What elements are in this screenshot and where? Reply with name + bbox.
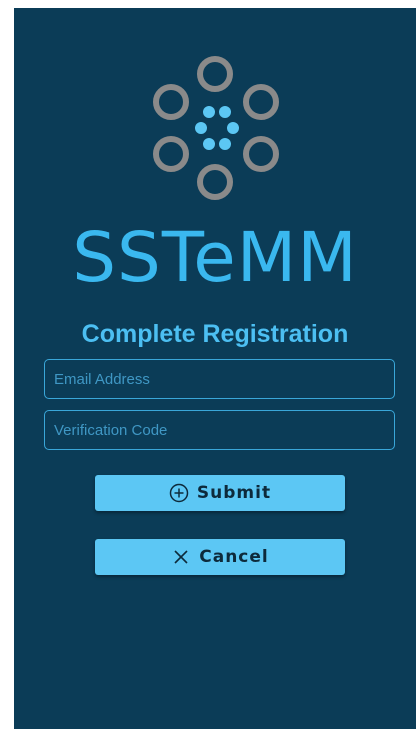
email-field[interactable] xyxy=(44,359,395,399)
registration-screen: SSTeMM Complete Registration Submit Canc… xyxy=(14,8,416,729)
logo-ring xyxy=(243,84,279,120)
logo-dot xyxy=(219,138,231,150)
cancel-label: Cancel xyxy=(199,547,269,567)
logo-ring xyxy=(243,136,279,172)
logo-dot xyxy=(203,106,215,118)
submit-button[interactable]: Submit xyxy=(95,475,345,511)
logo-dot xyxy=(195,122,207,134)
cancel-button[interactable]: Cancel xyxy=(95,539,345,575)
plus-circle-icon xyxy=(169,483,189,503)
logo-ring xyxy=(153,136,189,172)
submit-label: Submit xyxy=(196,483,272,503)
page-title: Complete Registration xyxy=(81,320,349,348)
logo-dot xyxy=(203,138,215,150)
verification-code-field[interactable] xyxy=(44,410,395,450)
brand-name: SSTeMM xyxy=(72,218,358,298)
logo-ring xyxy=(197,164,233,200)
logo-dot xyxy=(219,106,231,118)
close-icon xyxy=(171,547,191,567)
logo-ring xyxy=(197,56,233,92)
logo-ring xyxy=(153,84,189,120)
logo-dot xyxy=(227,122,239,134)
app-logo-icon xyxy=(153,56,279,200)
